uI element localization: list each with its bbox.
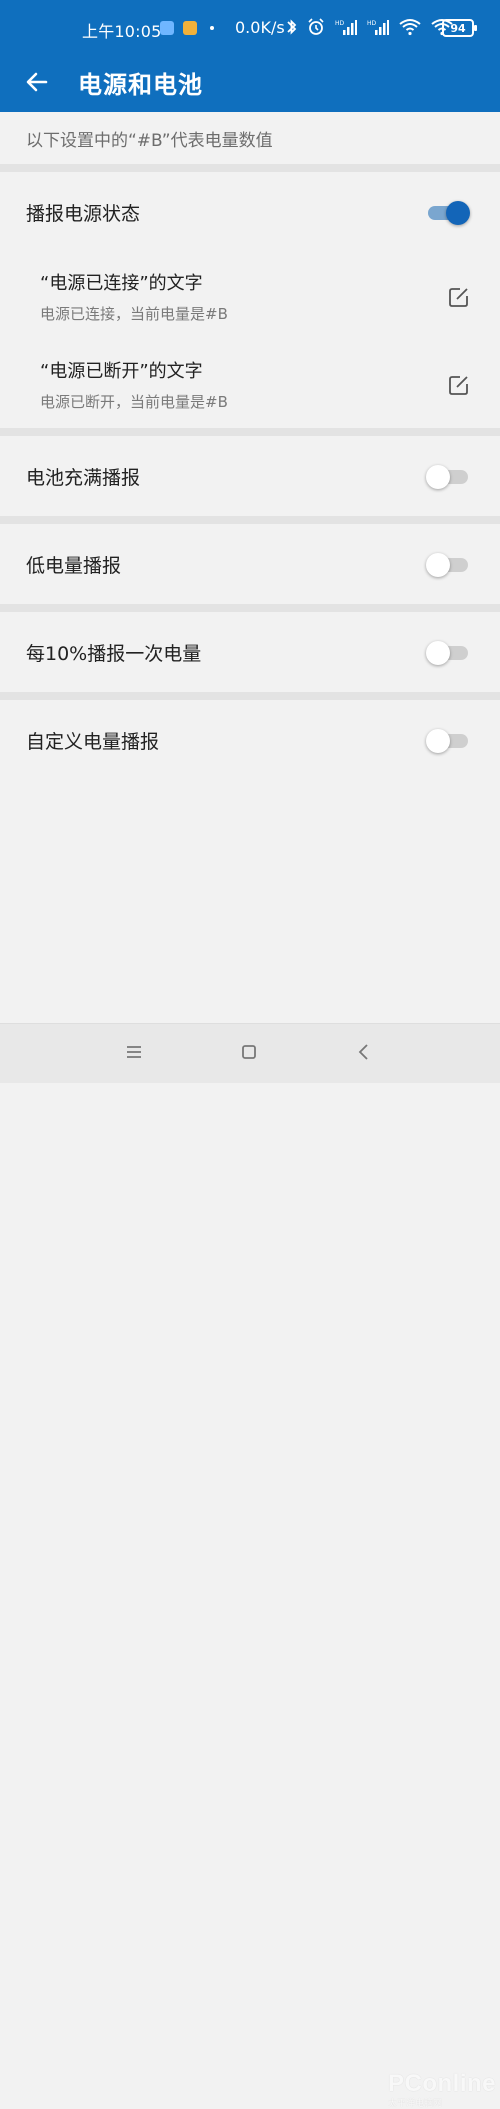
every-10-percent-row[interactable]: 每10%播报一次电量 — [0, 612, 500, 692]
status-icons: HD HD — [287, 18, 453, 40]
section-divider — [0, 164, 500, 172]
hd-signal-icon: HD — [335, 18, 357, 40]
switch-thumb — [426, 553, 450, 577]
section-divider — [0, 428, 500, 436]
chevron-left-icon — [356, 1043, 372, 1065]
custom-battery-row[interactable]: 自定义电量播报 — [0, 700, 500, 780]
power-connected-text: “电源已连接”的文字 电源已连接，当前电量是#B — [40, 269, 228, 324]
custom-battery-switch[interactable] — [426, 729, 472, 753]
app-bar: 电源和电池 — [0, 55, 500, 112]
switch-thumb — [426, 465, 450, 489]
power-connected-value: 电源已连接，当前电量是#B — [40, 305, 228, 323]
hd-signal-icon: HD — [367, 18, 389, 40]
menu-icon — [125, 1044, 143, 1064]
every-10-percent-switch[interactable] — [426, 641, 472, 665]
power-disconnected-text: “电源已断开”的文字 电源已断开，当前电量是#B — [40, 357, 228, 412]
watermark-sub: 太平洋电脑网 — [388, 2099, 443, 2109]
power-status-label: 播报电源状态 — [26, 202, 141, 225]
back-nav-button[interactable] — [352, 1042, 376, 1066]
every-10-percent-label: 每10%播报一次电量 — [26, 642, 202, 665]
battery-level: 94 — [450, 21, 466, 35]
power-disconnected-value: 电源已断开，当前电量是#B — [40, 393, 228, 411]
back-button[interactable] — [20, 67, 54, 101]
switch-thumb — [446, 201, 470, 225]
battery-full-label: 电池充满播报 — [26, 466, 141, 489]
battery-full-row[interactable]: 电池充满播报 — [0, 436, 500, 516]
power-connected-text-row[interactable]: “电源已连接”的文字 电源已连接，当前电量是#B — [0, 252, 500, 340]
arrow-left-icon — [24, 69, 50, 99]
battery-full-switch[interactable] — [426, 465, 472, 489]
info-note: 以下设置中的“#B”代表电量数值 — [26, 130, 273, 151]
low-battery-row[interactable]: 低电量播报 — [0, 524, 500, 604]
voice-app-icon — [160, 21, 174, 35]
switch-thumb — [426, 641, 450, 665]
home-icon — [240, 1043, 258, 1065]
edit-icon[interactable] — [446, 284, 472, 310]
power-disconnected-title: “电源已断开”的文字 — [40, 361, 203, 382]
section-divider — [0, 692, 500, 700]
status-time: 上午10:05 — [82, 22, 162, 41]
more-notifications-dot — [210, 26, 214, 30]
svg-text:HD: HD — [367, 20, 377, 27]
wifi-icon — [399, 18, 421, 40]
custom-battery-label: 自定义电量播报 — [26, 730, 160, 753]
menu-button[interactable] — [122, 1042, 146, 1066]
power-connected-title: “电源已连接”的文字 — [40, 273, 203, 294]
system-navigation-bar: PConline 太平洋电脑网 — [0, 1023, 500, 2109]
watermark-main: PConline — [388, 2070, 497, 2097]
low-battery-label: 低电量播报 — [26, 554, 122, 577]
section-divider — [0, 604, 500, 612]
power-status-row[interactable]: 播报电源状态 — [0, 172, 500, 252]
low-battery-switch[interactable] — [426, 553, 472, 577]
section-divider — [0, 516, 500, 524]
top-bar: 上午10:05 0.0K/s HD HD 94 电源和电池 — [0, 0, 500, 112]
alarm-icon — [307, 18, 325, 40]
battery-icon: 94 — [442, 19, 477, 37]
power-status-switch[interactable] — [428, 201, 472, 225]
edit-icon[interactable] — [446, 372, 472, 398]
page-title: 电源和电池 — [78, 71, 203, 99]
bluetooth-icon — [287, 18, 297, 40]
switch-thumb — [426, 729, 450, 753]
home-button[interactable] — [237, 1042, 261, 1066]
network-speed: 0.0K/s — [235, 18, 285, 37]
settings-content: 以下设置中的“#B”代表电量数值 播报电源状态 “电源已连接”的文字 电源已连接… — [0, 112, 500, 780]
pconline-watermark: PConline 太平洋电脑网 — [388, 2070, 498, 2109]
power-disconnected-text-row[interactable]: “电源已断开”的文字 电源已断开，当前电量是#B — [0, 340, 500, 428]
svg-text:HD: HD — [335, 20, 345, 27]
status-bar: 上午10:05 0.0K/s HD HD 94 — [0, 0, 500, 55]
notification-app-icon — [183, 21, 197, 35]
